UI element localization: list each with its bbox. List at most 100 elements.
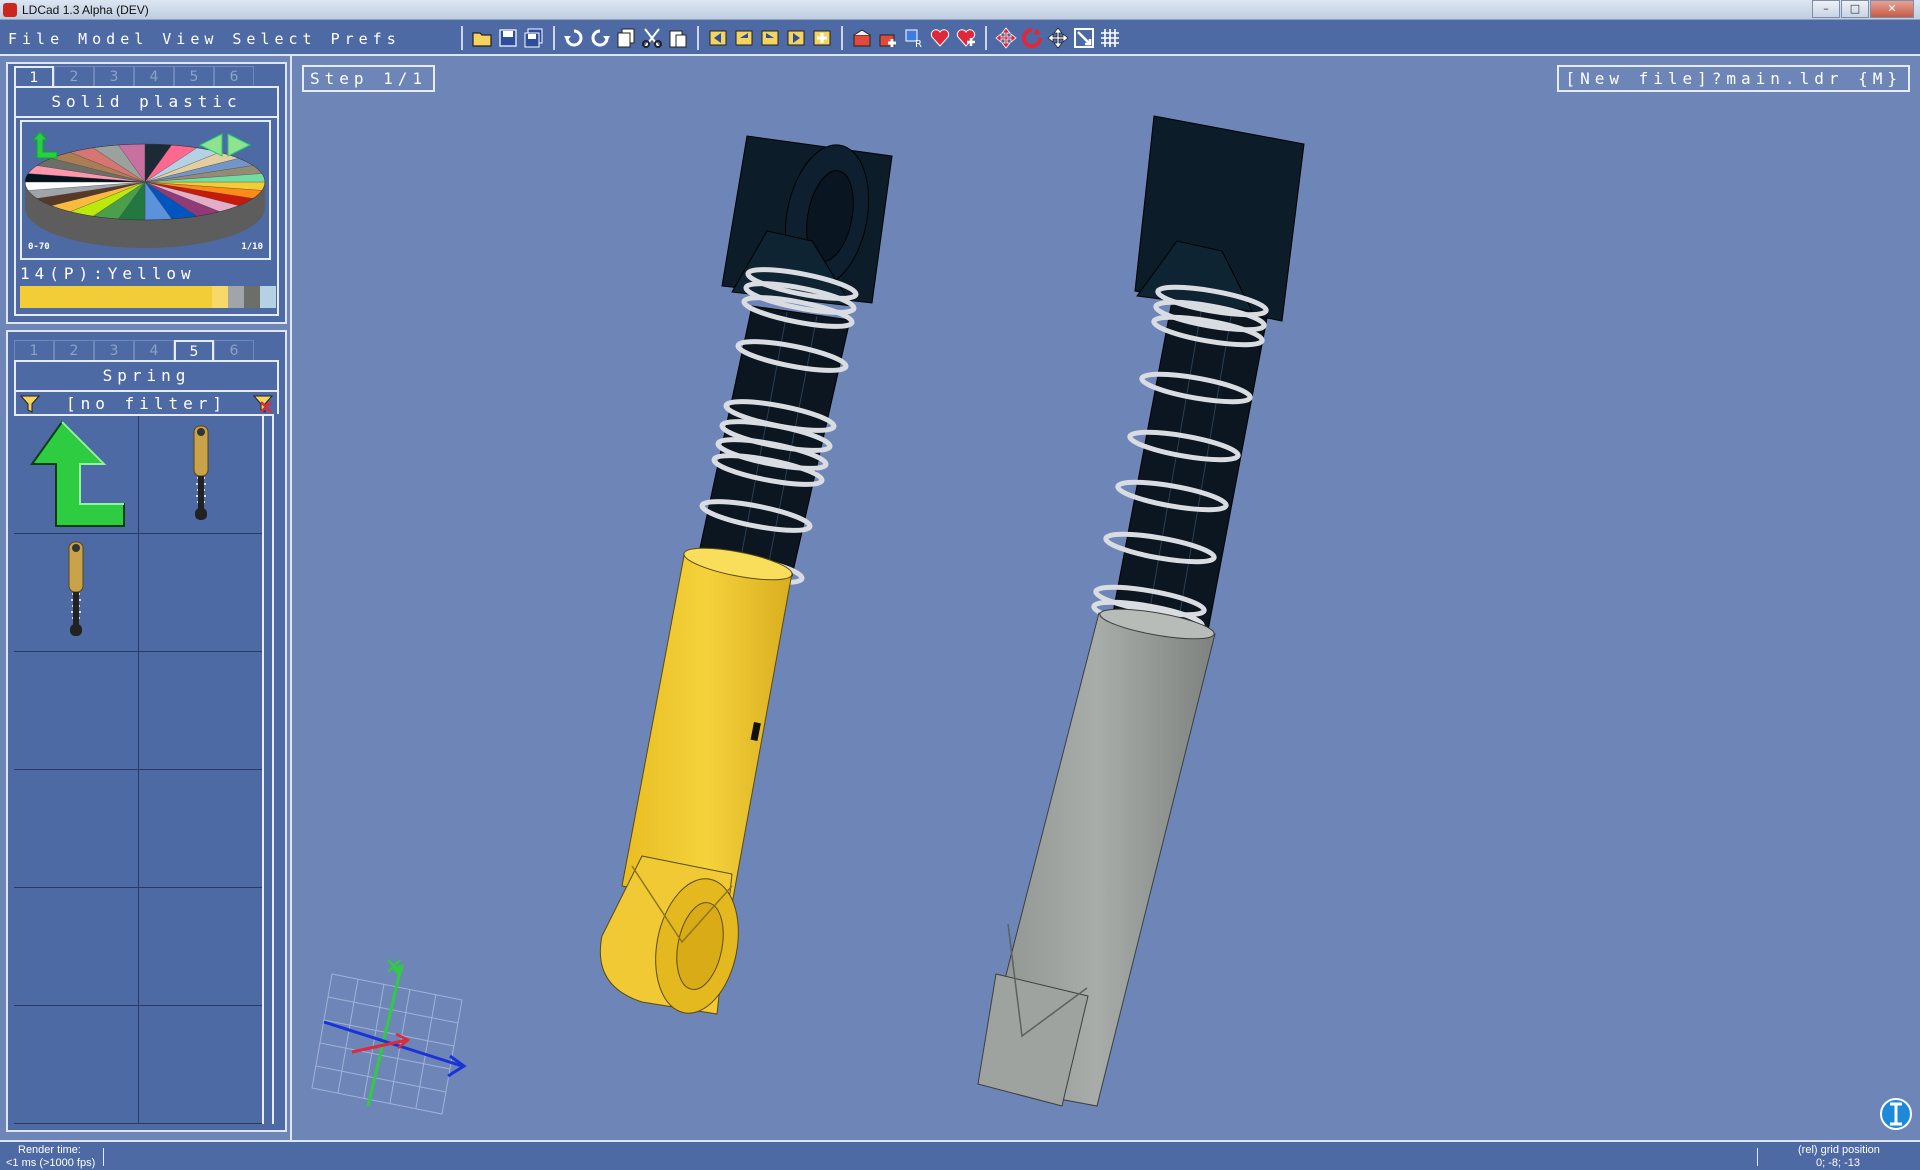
move-icon[interactable] xyxy=(993,25,1019,51)
color-swatch[interactable] xyxy=(20,286,36,308)
undo-icon[interactable] xyxy=(561,25,587,51)
color-swatch[interactable] xyxy=(52,286,68,308)
rotate-submodel-icon[interactable]: R xyxy=(901,25,927,51)
range-right-label: 1/10 xyxy=(241,242,263,252)
title-bar: LDCad 1.3 Alpha (DEV) – □ ✕ xyxy=(0,0,1920,20)
part-cell-empty xyxy=(139,652,264,770)
part-cell-empty xyxy=(14,888,139,1006)
parts-scrollbar[interactable] xyxy=(262,416,274,1124)
toolbar-divider xyxy=(841,26,843,50)
parts-group-title: Spring xyxy=(102,366,191,385)
maximize-button[interactable]: □ xyxy=(1841,0,1869,18)
back-arrow-icon[interactable] xyxy=(31,130,60,164)
next-step-icon[interactable] xyxy=(757,25,783,51)
color-swatch[interactable] xyxy=(116,286,132,308)
menu-model[interactable]: Model xyxy=(78,30,148,48)
3d-viewport[interactable]: Step 1/1 [New file]?main.ldr {M} xyxy=(290,56,1920,1140)
submodel-icon[interactable] xyxy=(849,25,875,51)
info-icon[interactable] xyxy=(1880,1098,1912,1130)
parts-tab-4[interactable]: 4 xyxy=(134,340,174,360)
minimize-button[interactable]: – xyxy=(1812,0,1840,18)
color-swatch[interactable] xyxy=(68,286,84,308)
color-swatch[interactable] xyxy=(164,286,180,308)
part-cell-back[interactable] xyxy=(14,416,139,534)
redo-icon[interactable] xyxy=(587,25,613,51)
save-all-icon[interactable] xyxy=(521,25,547,51)
part-cell-empty xyxy=(139,1006,264,1124)
status-bar: Render time: <1 ms (>1000 fps) (rel) gri… xyxy=(0,1140,1920,1170)
ldcad-logo-icon xyxy=(3,3,17,17)
menu-file[interactable]: File xyxy=(8,30,64,48)
rotate-icon[interactable] xyxy=(1019,25,1045,51)
parts-grid xyxy=(14,414,274,1126)
parts-tab-2[interactable]: 2 xyxy=(54,340,94,360)
grid-icon[interactable] xyxy=(1097,25,1123,51)
color-swatch[interactable] xyxy=(196,286,212,308)
model-scene[interactable] xyxy=(292,56,1920,1140)
status-divider xyxy=(103,1148,104,1166)
parts-tab-3[interactable]: 3 xyxy=(94,340,134,360)
status-divider xyxy=(1757,1148,1758,1166)
parts-tab-5[interactable]: 5 xyxy=(174,340,214,360)
favorite-icon[interactable] xyxy=(927,25,953,51)
color-swatch[interactable] xyxy=(100,286,116,308)
first-step-icon[interactable] xyxy=(705,25,731,51)
color-swatch[interactable] xyxy=(132,286,148,308)
shock-absorber-thumbnail xyxy=(193,425,209,520)
toolbar-divider xyxy=(461,26,463,50)
render-time-label: Render time: xyxy=(18,1144,81,1156)
part-cell-empty xyxy=(139,888,264,1006)
color-swatch[interactable] xyxy=(84,286,100,308)
color-swatch[interactable] xyxy=(212,286,228,308)
color-tab-4[interactable]: 4 xyxy=(134,66,174,86)
part-cell-shock-absorber-gray[interactable] xyxy=(14,534,139,652)
color-tab-2[interactable]: 2 xyxy=(54,66,94,86)
cut-icon[interactable] xyxy=(639,25,665,51)
color-swatch[interactable] xyxy=(228,286,244,308)
menu-bar: File Model View Select Prefs R xyxy=(0,20,1920,56)
recent-colors-bar[interactable] xyxy=(20,286,276,308)
pan-icon[interactable] xyxy=(1045,25,1071,51)
part-cell-empty xyxy=(14,652,139,770)
color-swatch[interactable] xyxy=(180,286,196,308)
color-swatch[interactable] xyxy=(260,286,276,308)
range-left-label: 0-70 xyxy=(28,242,50,252)
menu-prefs[interactable]: Prefs xyxy=(331,30,401,48)
render-time-value: <1 ms (>1000 fps) xyxy=(6,1157,96,1169)
add-favorite-icon[interactable] xyxy=(953,25,979,51)
menu-select[interactable]: Select xyxy=(232,30,316,48)
color-swatch[interactable] xyxy=(244,286,260,308)
prev-page-arrow-icon[interactable] xyxy=(198,132,224,162)
shock-absorber-thumbnail xyxy=(68,541,84,636)
color-tab-3[interactable]: 3 xyxy=(94,66,134,86)
color-tab-1[interactable]: 1 xyxy=(14,66,54,86)
toolbar: R xyxy=(455,25,1123,51)
paste-icon[interactable] xyxy=(665,25,691,51)
close-button[interactable]: ✕ xyxy=(1870,0,1914,18)
parts-header: Spring [no filter] xyxy=(14,360,279,414)
shock-absorber-gray[interactable] xyxy=(977,115,1305,1107)
color-swatch[interactable] xyxy=(36,286,52,308)
parts-tab-6[interactable]: 6 xyxy=(214,340,254,360)
save-icon[interactable] xyxy=(495,25,521,51)
filter-text[interactable]: [no filter] xyxy=(16,394,277,413)
prev-step-icon[interactable] xyxy=(731,25,757,51)
last-step-icon[interactable] xyxy=(783,25,809,51)
next-page-arrow-icon[interactable] xyxy=(226,132,252,162)
part-cell-shock-absorber-yellow[interactable] xyxy=(139,416,264,534)
menu-view[interactable]: View xyxy=(162,30,218,48)
add-submodel-icon[interactable] xyxy=(875,25,901,51)
color-tab-5[interactable]: 5 xyxy=(174,66,214,86)
color-tab-6[interactable]: 6 xyxy=(214,66,254,86)
part-cell-empty xyxy=(14,1006,139,1124)
copy-icon[interactable] xyxy=(613,25,639,51)
color-swatch[interactable] xyxy=(148,286,164,308)
back-arrow-icon xyxy=(30,420,125,527)
add-step-icon[interactable] xyxy=(809,25,835,51)
parts-tab-1[interactable]: 1 xyxy=(14,340,54,360)
open-icon[interactable] xyxy=(469,25,495,51)
zoom-icon[interactable] xyxy=(1071,25,1097,51)
shock-absorber-yellow[interactable] xyxy=(599,135,893,1020)
grid-position-value: 0; -8; -13 xyxy=(1816,1157,1861,1169)
color-picker-panel: 1 2 3 4 5 6 Solid plastic 0-70 1/10 14(P… xyxy=(6,62,287,324)
